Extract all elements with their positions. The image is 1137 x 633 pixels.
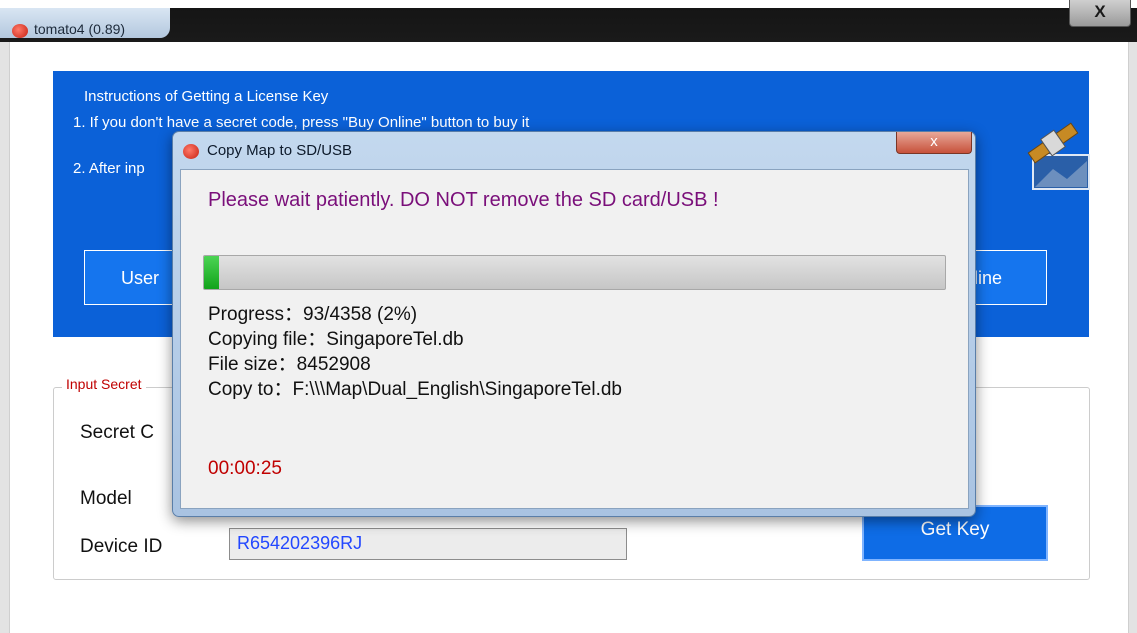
dialog-close-button[interactable]: x <box>896 132 972 154</box>
tomato-app-icon <box>183 144 199 159</box>
progress-status: Progress：93/4358 (2%) <box>208 304 418 325</box>
device-id-field[interactable]: R654202396RJ <box>229 528 627 560</box>
main-window-titlebar: tomato4 (0.89) X <box>0 0 1137 42</box>
main-window-title: tomato4 (0.89) <box>34 21 126 37</box>
warning-message: Please wait patiently. DO NOT remove the… <box>208 189 719 211</box>
copy-progress-fill <box>204 256 219 289</box>
satellite-icon <box>1027 122 1090 190</box>
main-close-button[interactable]: X <box>1069 0 1131 27</box>
copy-map-dialog: Copy Map to SD/USB x Please wait patient… <box>172 131 976 517</box>
elapsed-time: 00:00:25 <box>208 458 282 479</box>
window-frame-left <box>0 42 10 633</box>
instruction-step-1: 1. If you don't have a secret code, pres… <box>73 114 530 131</box>
secret-code-label: Secret C <box>80 422 154 443</box>
instructions-heading: Instructions of Getting a License Key <box>84 88 329 105</box>
secret-code-group-legend: Input Secret <box>62 376 146 392</box>
copy-progress-bar <box>203 255 946 290</box>
window-frame-right <box>1128 42 1137 633</box>
user-manual-button-label: User <box>121 268 160 288</box>
device-id-label: Device ID <box>80 536 163 557</box>
buy-online-button-label: line <box>974 268 1003 288</box>
model-label: Model <box>80 488 132 509</box>
copying-file-status: Copying file：SingaporeTel.db <box>208 329 464 350</box>
dialog-content: Please wait patiently. DO NOT remove the… <box>180 169 969 509</box>
dialog-title: Copy Map to SD/USB <box>207 142 353 159</box>
main-window-title-tab: tomato4 (0.89) <box>0 8 170 38</box>
copy-destination-status: Copy to：F:\\\Map\Dual_English\SingaporeT… <box>208 379 623 400</box>
file-size-status: File size：8452908 <box>208 354 371 375</box>
instruction-step-2: 2. After inp <box>73 160 145 177</box>
tomato-app-icon <box>12 24 28 38</box>
